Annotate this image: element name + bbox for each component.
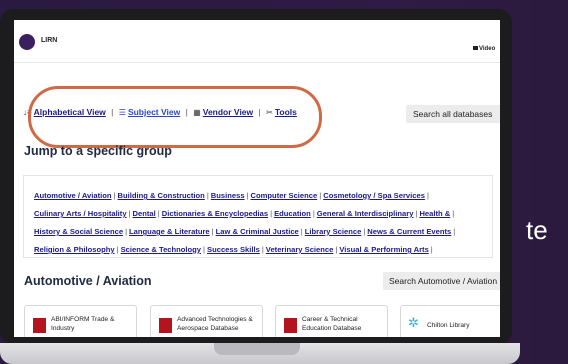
group-link[interactable]: Business (211, 191, 245, 200)
group-link[interactable]: Language & Literature (129, 227, 210, 236)
group-separator: | (319, 191, 322, 200)
logo-text[interactable]: LIRN (41, 37, 57, 44)
group-separator: | (206, 191, 209, 200)
group-link[interactable]: Culinary Arts / Hospitality (34, 209, 127, 218)
database-card-title: Chilton Library (427, 322, 470, 329)
group-links-row: History & Social Science | Language & Lite… (34, 227, 457, 236)
highlight-oval (28, 86, 322, 148)
group-separator: | (270, 209, 273, 218)
group-link[interactable]: Success Skills (207, 245, 260, 254)
group-link[interactable]: Religion & Philosophy (34, 245, 115, 254)
laptop-frame: LIRN Video ↓≡ Alphabetical View | ☰ Subjec… (0, 9, 512, 345)
proquest-icon (284, 318, 297, 333)
side-text: te (526, 215, 548, 245)
group-links-row: Automotive / Aviation | Building & Constru… (34, 191, 431, 200)
group-separator: | (335, 245, 338, 254)
site-header: LIRN Video (14, 20, 500, 63)
group-separator: | (211, 227, 214, 236)
database-card-title: ABI/INFORM Trade & Industry (51, 316, 115, 332)
group-links-row: Religion & Philosophy | Science & Technolo… (34, 245, 435, 254)
group-separator: | (157, 209, 160, 218)
database-card-title: Career & Technical Education Database (302, 316, 362, 332)
search-all-button[interactable]: Search all databases (406, 105, 500, 123)
group-link[interactable]: Computer Science (251, 191, 318, 200)
group-link[interactable]: Automotive / Aviation (34, 191, 112, 200)
group-link[interactable]: Law & Criminal Justice (216, 227, 299, 236)
group-link[interactable]: Education (274, 209, 311, 218)
group-separator: | (452, 209, 455, 218)
video-link[interactable]: Video (473, 46, 495, 52)
group-links-row: Culinary Arts / Hospitality | Dental | Dicti… (34, 209, 456, 218)
group-link[interactable]: Dictionaries & Encyclopedias (162, 209, 268, 218)
group-link[interactable]: Dental (133, 209, 156, 218)
video-label: Video (479, 46, 496, 52)
group-link[interactable]: Science & Technology (121, 245, 201, 254)
video-camera-icon (473, 46, 478, 51)
group-separator: | (300, 227, 303, 236)
group-separator: | (261, 245, 264, 254)
browser-screen: LIRN Video ↓≡ Alphabetical View | ☰ Subjec… (14, 20, 500, 337)
group-separator: | (415, 209, 418, 218)
database-card-title: Advanced Technologies & Aerospace Databa… (177, 316, 253, 332)
group-link[interactable]: Health & (419, 209, 450, 218)
group-separator: | (363, 227, 366, 236)
group-separator: | (125, 227, 128, 236)
proquest-icon (33, 318, 46, 333)
database-card[interactable]: Career & Technical Education Database (275, 305, 388, 337)
group-separator: | (426, 191, 429, 200)
database-card[interactable]: Advanced Technologies & Aerospace Databa… (150, 305, 263, 337)
group-link[interactable]: Library Science (305, 227, 362, 236)
group-separator: | (113, 191, 116, 200)
group-separator: | (203, 245, 206, 254)
group-link[interactable]: Veterinary Science (266, 245, 334, 254)
section-title: Automotive / Aviation (24, 274, 152, 288)
group-separator: | (430, 245, 433, 254)
section-search-button[interactable]: Search Automotive / Aviation (383, 272, 500, 290)
group-link[interactable]: Cosmetology / Spa Services (323, 191, 425, 200)
laptop-notch (214, 343, 300, 355)
group-link[interactable]: Building & Construction (117, 191, 204, 200)
group-link[interactable]: History & Social Science (34, 227, 123, 236)
group-separator: | (246, 191, 249, 200)
group-separator: | (128, 209, 131, 218)
proquest-icon (159, 318, 172, 333)
logo-icon (19, 34, 35, 50)
jump-title: Jump to a specific group (24, 144, 172, 158)
group-separator: | (116, 245, 119, 254)
group-link[interactable]: Visual & Performing Arts (339, 245, 428, 254)
database-card[interactable]: ABI/INFORM Trade & Industry (24, 305, 137, 337)
group-link[interactable]: News & Current Events (367, 227, 451, 236)
group-link[interactable]: General & Interdisciplinary (317, 209, 414, 218)
group-separator: | (312, 209, 315, 218)
database-card[interactable]: ✲ Chilton Library (400, 305, 500, 337)
group-separator: | (453, 227, 456, 236)
chilton-icon: ✲ (408, 315, 419, 330)
